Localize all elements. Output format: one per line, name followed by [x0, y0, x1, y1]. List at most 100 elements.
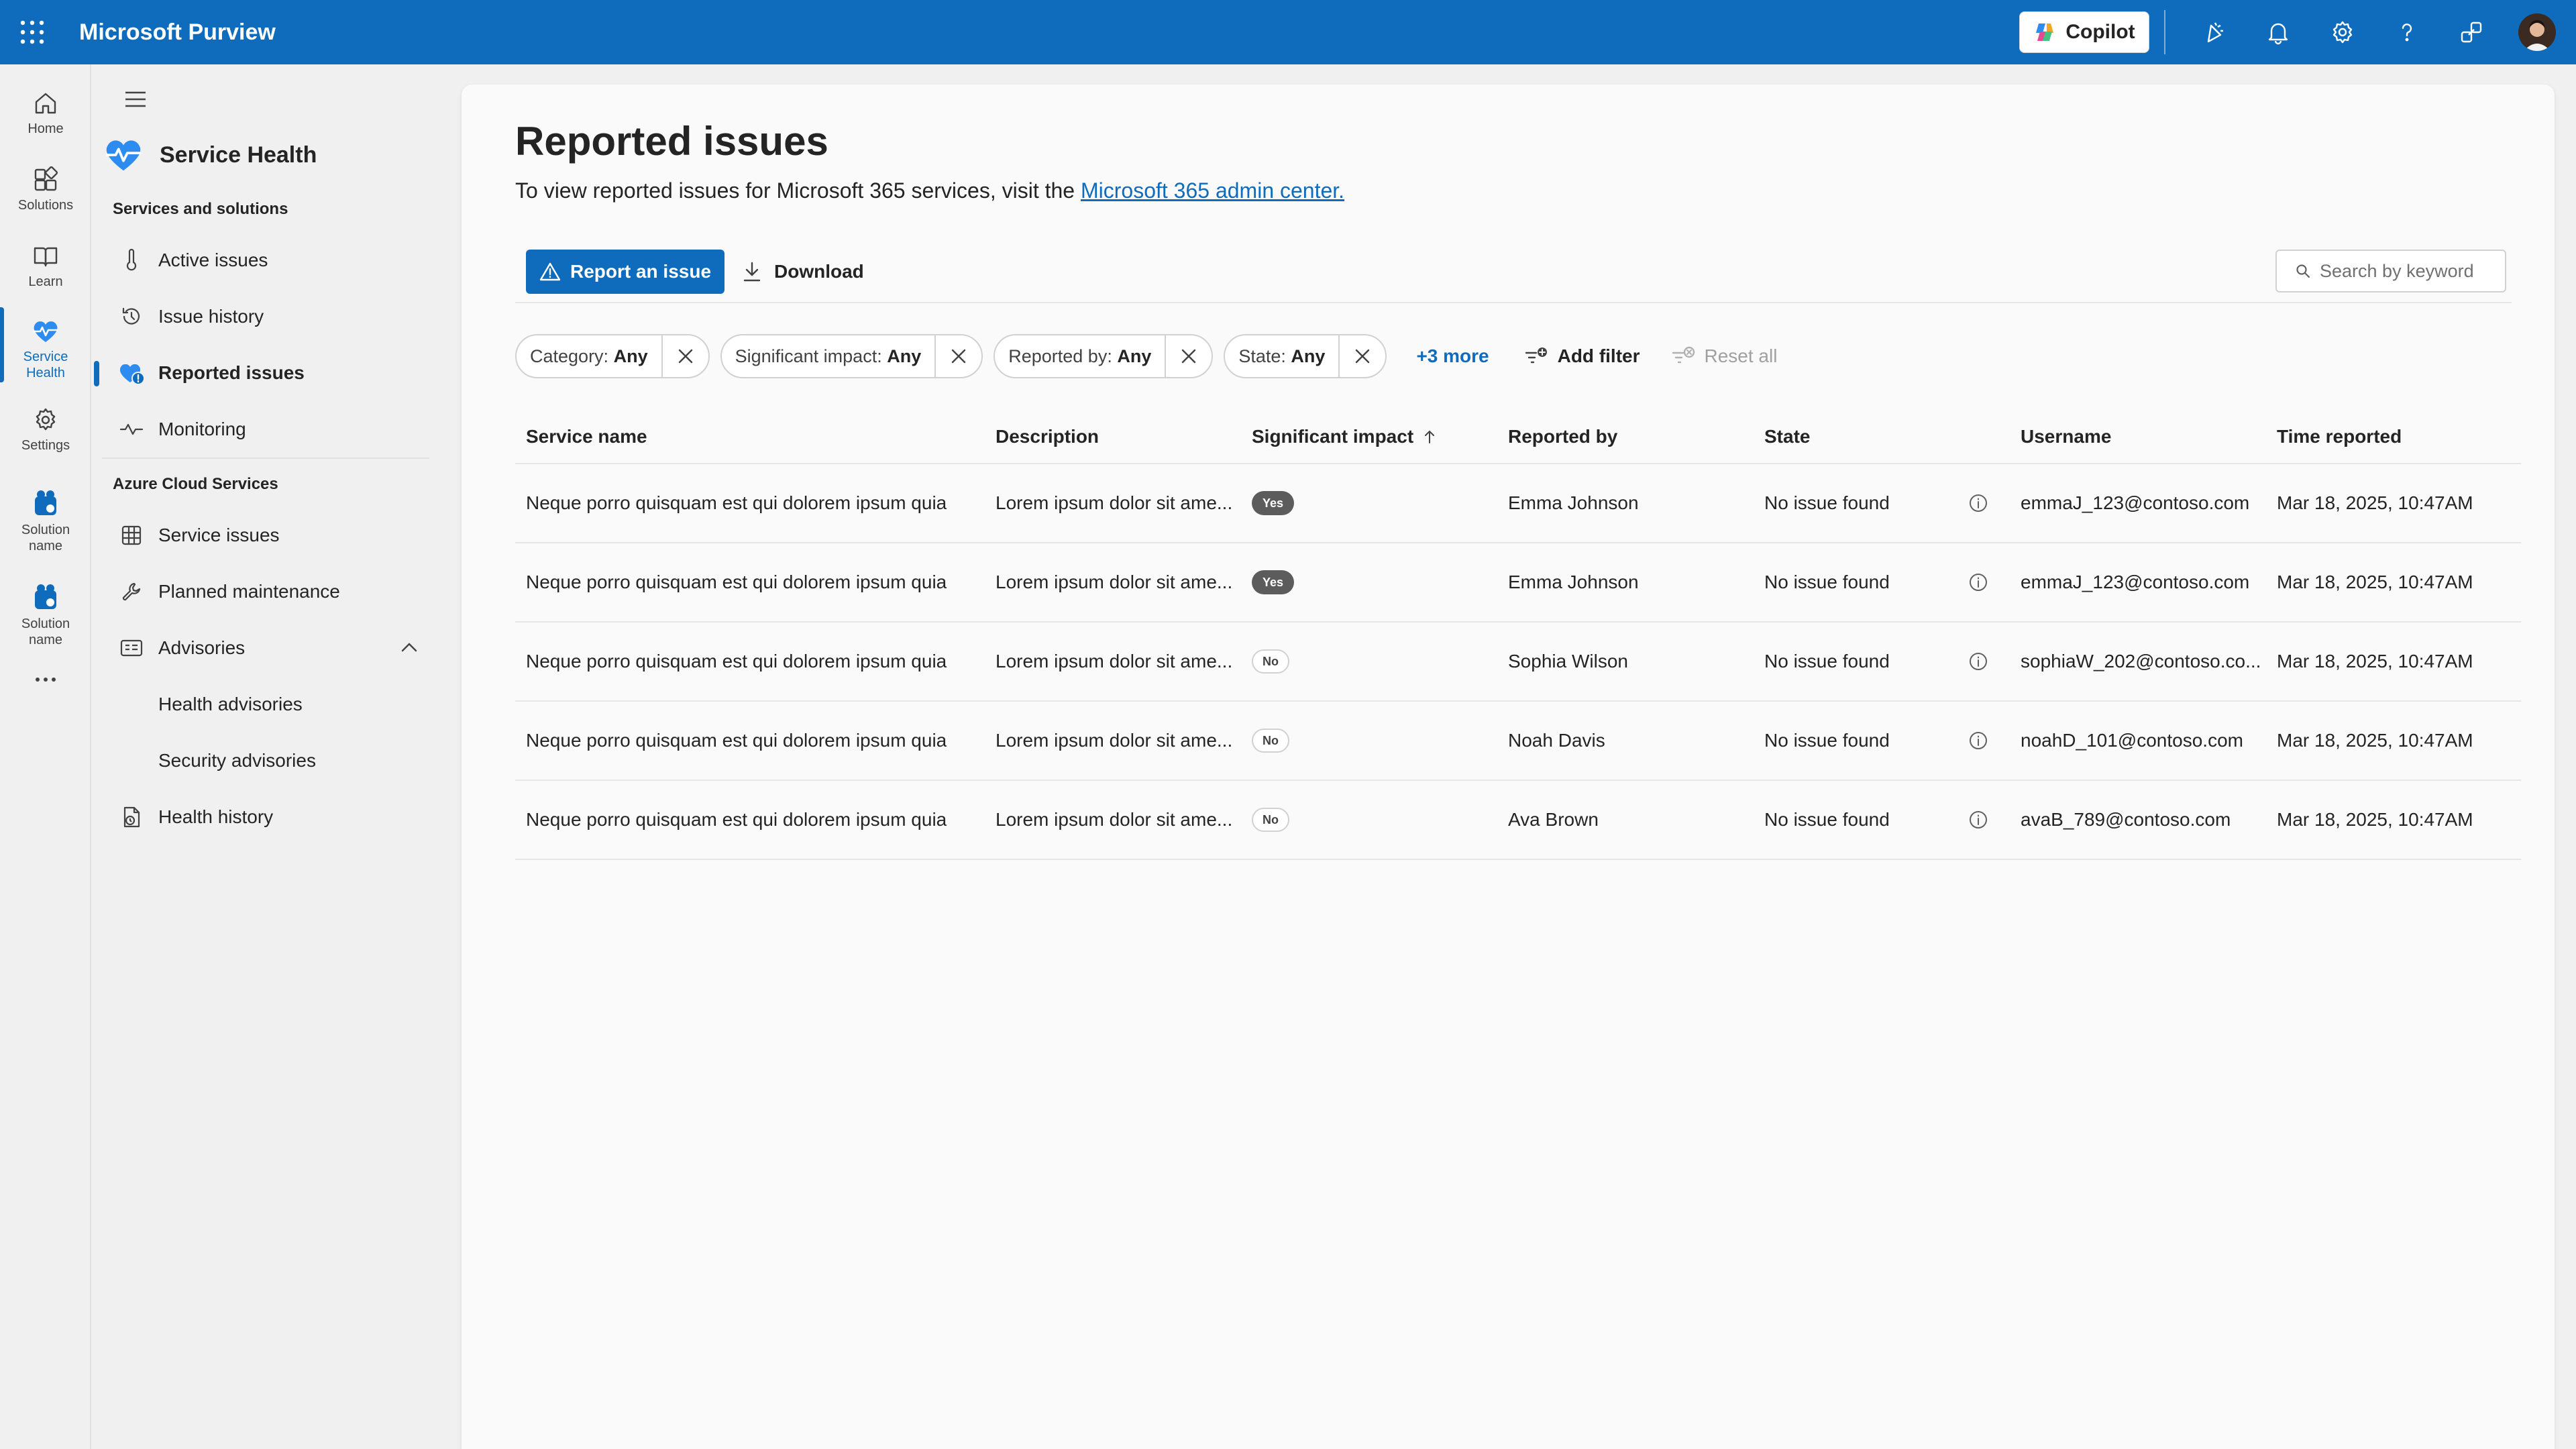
filter-value: Any [1117, 345, 1152, 366]
more-options-icon[interactable] [0, 675, 91, 684]
column-header-service-name[interactable]: Service name [526, 426, 647, 447]
search-input[interactable] [2320, 260, 2494, 282]
hamburger-menu-icon[interactable] [115, 79, 156, 119]
nav-item-security-advisories[interactable]: Security advisories [91, 737, 432, 785]
cell-description: Lorem ipsum dolor sit ame... [996, 730, 1233, 751]
rail-item-home[interactable]: Home [0, 79, 91, 137]
search-box[interactable] [2275, 250, 2506, 292]
nav-item-reported-issues[interactable]: Reported issues [91, 349, 432, 397]
filter-label: State: [1238, 345, 1286, 366]
nav-item-active-issues[interactable]: Active issues [91, 236, 432, 284]
column-header-description[interactable]: Description [996, 426, 1099, 447]
nav-section-azure: Azure Cloud Services [113, 475, 278, 493]
nav-item-issue-history[interactable]: Issue history [91, 292, 432, 341]
nav-item-health-history[interactable]: Health history [91, 793, 432, 841]
copilot-button[interactable]: Copilot [2019, 11, 2149, 53]
column-header-significant-impact[interactable]: Significant impact [1252, 426, 1436, 447]
table-row[interactable]: Neque porro quisquam est qui dolorem ips… [515, 623, 2521, 702]
info-icon[interactable] [1968, 781, 2002, 859]
filter-label: Category: [530, 345, 609, 366]
rail-item-service-health[interactable]: Service Health [0, 307, 91, 382]
solution-icon [32, 574, 59, 612]
add-filter-label: Add filter [1557, 345, 1640, 366]
table-row[interactable]: Neque porro quisquam est qui dolorem ips… [515, 543, 2521, 623]
gear-icon [32, 396, 59, 433]
filter-pill-state[interactable]: State: Any [1224, 334, 1387, 378]
nav-item-advisories[interactable]: Advisories [91, 624, 432, 672]
nav-item-planned-maintenance[interactable]: Planned maintenance [91, 568, 432, 616]
cell-username: emmaJ_123@contoso.com [2021, 572, 2250, 592]
info-icon[interactable] [1968, 702, 2002, 780]
copilot-label: Copilot [2065, 21, 2135, 43]
admin-center-link[interactable]: Microsoft 365 admin center. [1081, 178, 1344, 203]
settings-gear-icon[interactable] [2310, 0, 2375, 64]
nav-item-health-advisories[interactable]: Health advisories [91, 680, 432, 729]
info-icon[interactable] [1968, 464, 2002, 542]
nav-item-monitoring[interactable]: Monitoring [91, 405, 432, 453]
premium-features-icon[interactable] [2182, 0, 2246, 64]
filter-pill-significant-impact[interactable]: Significant impact: Any [720, 334, 983, 378]
cell-service-name: Neque porro quisquam est qui dolorem ips… [526, 809, 947, 830]
close-icon[interactable] [934, 335, 981, 377]
cell-service-name: Neque porro quisquam est qui dolorem ips… [526, 572, 947, 592]
cell-service-name: Neque porro quisquam est qui dolorem ips… [526, 730, 947, 751]
reported-issues-table: Service name Description Significant imp… [515, 411, 2521, 860]
solutions-icon [32, 156, 59, 193]
cell-significant-impact: No [1252, 781, 1453, 859]
filter-pill-reported-by[interactable]: Reported by: Any [994, 334, 1214, 378]
rail-item-solutions[interactable]: Solutions [0, 156, 91, 213]
impact-badge: Yes [1252, 491, 1295, 515]
close-icon[interactable] [661, 335, 708, 377]
column-header-state[interactable]: State [1764, 426, 1810, 447]
reset-all-button[interactable]: Reset all [1671, 345, 1777, 367]
column-header-reported-by[interactable]: Reported by [1508, 426, 1617, 447]
cell-description: Lorem ipsum dolor sit ame... [996, 651, 1233, 672]
table-row[interactable]: Neque porro quisquam est qui dolorem ips… [515, 702, 2521, 781]
cell-significant-impact: Yes [1252, 543, 1453, 621]
close-icon[interactable] [1165, 335, 1212, 377]
column-header-username[interactable]: Username [2021, 426, 2111, 447]
add-filter-icon [1525, 347, 1547, 364]
grid-table-icon [113, 525, 150, 546]
toolbar-separator [515, 302, 2512, 303]
sort-ascending-icon [1425, 430, 1435, 443]
nav-item-service-issues[interactable]: Service issues [91, 511, 432, 559]
rail-item-solution-1[interactable]: Solution name [0, 480, 91, 554]
cell-service-name: Neque porro quisquam est qui dolorem ips… [526, 492, 947, 513]
book-icon [32, 232, 59, 270]
rail-label: Solutions [17, 198, 74, 213]
table-row[interactable]: Neque porro quisquam est qui dolorem ips… [515, 464, 2521, 543]
cell-state: No issue found [1764, 809, 1890, 830]
left-rail: Home Solutions Learn Service Health Sett… [0, 64, 91, 1449]
help-icon[interactable] [2375, 0, 2439, 64]
health-history-icon [113, 806, 150, 828]
rail-item-settings[interactable]: Settings [0, 396, 91, 453]
download-label: Download [774, 261, 864, 282]
info-icon[interactable] [1968, 543, 2002, 621]
app-title[interactable]: Microsoft Purview [79, 19, 276, 46]
rail-item-solution-2[interactable]: Solution name [0, 574, 91, 648]
subtitle-text: To view reported issues for Microsoft 36… [515, 178, 1081, 203]
chevron-up-icon[interactable] [400, 639, 419, 657]
notifications-bell-icon[interactable] [2246, 0, 2310, 64]
report-issue-label: Report an issue [570, 261, 712, 282]
report-issue-button[interactable]: Report an issue [526, 250, 724, 294]
download-button[interactable]: Download [742, 250, 864, 294]
app-launcher-icon[interactable] [0, 0, 64, 64]
more-filters-link[interactable]: +3 more [1416, 345, 1489, 367]
rail-item-learn[interactable]: Learn [0, 232, 91, 290]
user-avatar[interactable] [2518, 13, 2556, 51]
rail-label: Solution name [21, 616, 70, 647]
add-filter-button[interactable]: Add filter [1524, 345, 1640, 367]
impact-badge: No [1252, 729, 1289, 753]
copilot-icon [2036, 23, 2054, 41]
info-icon[interactable] [1968, 623, 2002, 700]
feedback-icon[interactable] [2439, 0, 2504, 64]
filter-pill-category[interactable]: Category: Any [515, 334, 710, 378]
page-title: Reported issues [515, 119, 828, 164]
column-header-time-reported[interactable]: Time reported [2277, 426, 2402, 447]
table-row[interactable]: Neque porro quisquam est qui dolorem ips… [515, 781, 2521, 860]
close-icon[interactable] [1338, 335, 1385, 377]
cell-significant-impact: No [1252, 702, 1453, 780]
page-subtitle: To view reported issues for Microsoft 36… [515, 178, 1344, 203]
